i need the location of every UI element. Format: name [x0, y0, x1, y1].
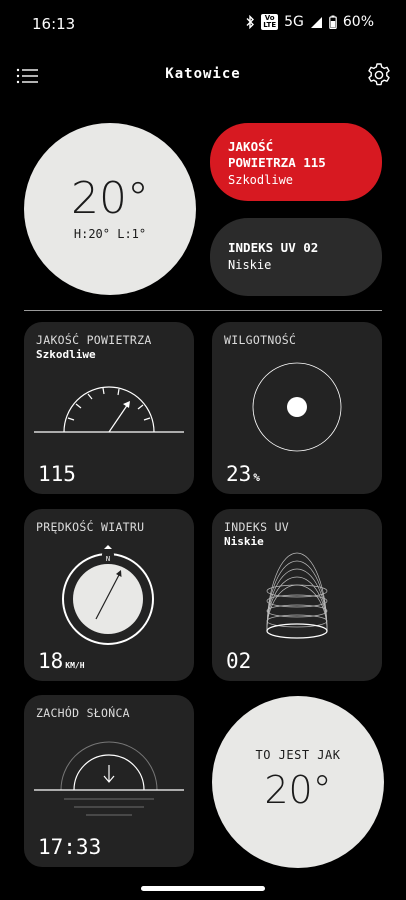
uv-pill-title: INDEKS UV 02: [228, 240, 319, 255]
feels-like-label: TO JEST JAK: [255, 748, 341, 762]
signal-icon: [310, 16, 322, 28]
feels-like-widget[interactable]: TO JEST JAK 20°: [212, 696, 384, 868]
sunset-time: 17:33: [38, 835, 102, 859]
current-temperature: 20°: [71, 173, 149, 224]
divider: [24, 310, 382, 311]
sunset-card[interactable]: ZACHÓD SŁOŃCA 17:33: [24, 695, 194, 867]
wind-speed-value-row: 18 KM/H: [38, 649, 85, 673]
wind-speed-card[interactable]: PRĘDKOŚĆ WIATRU N 18 KM/H: [24, 509, 194, 681]
air-quality-pill-title: JAKOŚĆ POWIETRZA 115: [228, 139, 326, 170]
air-quality-value: 115: [38, 462, 76, 486]
humidity-value-row: 23%: [226, 462, 260, 486]
status-icons: Vo LTE 5G 60%: [245, 14, 374, 30]
status-bar: 16:13 Vo LTE 5G 60%: [0, 0, 406, 46]
air-quality-pill-status: Szkodliwe: [228, 173, 294, 187]
home-indicator[interactable]: [141, 886, 265, 891]
uv-pill-status: Niskie: [228, 258, 272, 272]
gear-icon[interactable]: [366, 62, 392, 88]
network-type: 5G: [284, 14, 304, 30]
uv-index-pill[interactable]: INDEKS UV 02 Niskie: [210, 218, 382, 296]
current-temperature-widget[interactable]: 20° H:20° L:1°: [24, 123, 196, 295]
high-low-temperature: H:20° L:1°: [73, 227, 147, 241]
volte-icon: Vo LTE: [261, 14, 279, 30]
feels-like-temperature: 20°: [264, 768, 332, 812]
bluetooth-icon: [246, 15, 255, 29]
app-header: Katowice: [0, 56, 406, 96]
battery-percent: 60%: [342, 14, 374, 30]
uv-index-value: 02: [226, 649, 252, 673]
air-quality-pill[interactable]: JAKOŚĆ POWIETRZA 115 Szkodliwe: [210, 123, 382, 201]
compass-north-label: N: [106, 555, 110, 563]
page-title: Katowice: [165, 66, 241, 82]
uv-index-card[interactable]: INDEKS UV Niskie 02: [212, 509, 382, 681]
air-quality-card[interactable]: JAKOŚĆ POWIETRZA Szkodliwe 115: [24, 322, 194, 494]
battery-icon: [329, 15, 337, 29]
humidity-card[interactable]: WILGOTNOŚĆ 23%: [212, 322, 382, 494]
status-time: 16:13: [32, 15, 76, 33]
